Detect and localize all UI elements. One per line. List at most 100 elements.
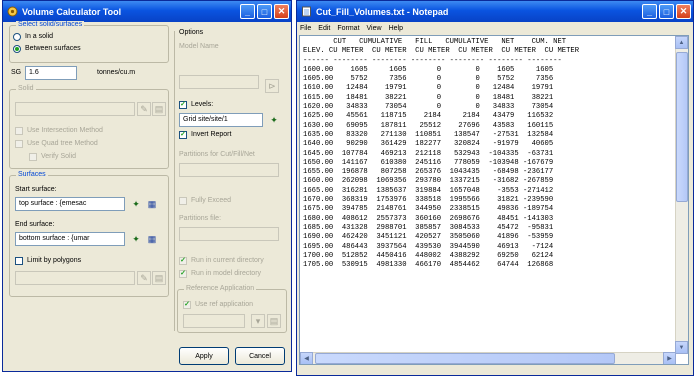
scroll-right-icon[interactable]: ▶: [663, 352, 676, 364]
menu-bar: File Edit Format View Help: [297, 22, 693, 34]
horizontal-scroll-thumb[interactable]: [315, 353, 615, 364]
options-title: Options: [179, 29, 204, 36]
model-name-label: Model Name: [179, 43, 219, 50]
menu-format[interactable]: Format: [337, 25, 359, 32]
run-current-label: Run in current directory: [191, 257, 264, 264]
notepad-close-icon[interactable]: ✕: [676, 4, 691, 19]
notepad-maximize-icon[interactable]: □: [659, 4, 674, 19]
reference-input: [183, 314, 245, 328]
polygons-pick-icon: ✎: [137, 271, 151, 285]
vertical-scroll-thumb[interactable]: [676, 52, 688, 202]
fully-exceed-label: Fully Exceed: [191, 197, 232, 204]
select-group: Select solid/surfaces: [9, 21, 169, 63]
quad-tree-label: Use Quad tree Method: [27, 140, 98, 147]
minimize-icon[interactable]: _: [240, 4, 255, 19]
notepad-minimize-icon[interactable]: _: [642, 4, 657, 19]
levels-pick-icon[interactable]: ✦: [267, 113, 281, 127]
partitions-input: [179, 163, 279, 177]
radio-between-surfaces[interactable]: [13, 45, 21, 53]
data-row: 1685.00 431328 2988701 385857 3084533 45…: [303, 223, 554, 232]
data-row: 1675.00 394785 2148761 344950 2338515 49…: [303, 205, 554, 214]
menu-view[interactable]: View: [367, 25, 382, 32]
invert-report-checkbox[interactable]: ✓: [179, 131, 187, 139]
volume-calculator-window: Volume Calculator Tool _ □ ✕ Select soli…: [2, 0, 292, 372]
radio-in-solid[interactable]: [13, 33, 21, 41]
data-row: 1690.00 462420 3451121 420527 3505060 41…: [303, 233, 554, 242]
scroll-down-icon[interactable]: ▼: [675, 341, 688, 354]
select-group-title: Select solid/surfaces: [16, 21, 85, 28]
sg-label: SG: [11, 69, 22, 76]
vertical-scrollbar[interactable]: ▲ ▼: [675, 36, 688, 354]
data-row: 1625.00 45561 118715 2184 2184 43479 116…: [303, 112, 554, 121]
notepad-titlebar[interactable]: Cut_Fill_Volumes.txt - Notepad _ □ ✕: [297, 1, 693, 22]
intersection-checkbox: [15, 127, 23, 135]
partitions-file-input: [179, 227, 279, 241]
run-current-checkbox: ✓: [179, 257, 187, 265]
start-surface-pick-icon[interactable]: ✦: [129, 197, 143, 211]
cancel-button[interactable]: Cancel: [235, 347, 285, 365]
data-row: 1670.00 368319 1753976 338518 1995566 31…: [303, 196, 554, 205]
solid-pick-icon: ✎: [137, 102, 151, 116]
end-surface-list-icon[interactable]: ▦: [145, 232, 159, 246]
report-text: CUT CUMULATIVE FILL CUMULATIVE NET CUM. …: [303, 38, 579, 270]
horizontal-scrollbar[interactable]: ◀ ▶: [300, 352, 676, 364]
dialog-titlebar[interactable]: Volume Calculator Tool _ □ ✕: [3, 1, 291, 22]
data-row: 1605.00 5752 7356 0 0 5752 7356: [303, 75, 554, 84]
verify-solid-checkbox: [29, 153, 37, 161]
close-icon[interactable]: ✕: [274, 4, 289, 19]
data-row: 1640.00 90290 361429 182277 320824 -9197…: [303, 140, 554, 149]
partitions-label: Partitions for Cut/Fill/Net: [179, 151, 255, 158]
radio-between-surfaces-label: Between surfaces: [25, 45, 81, 52]
levels-input[interactable]: Grid site/site/1: [179, 113, 263, 127]
data-row: 1650.00 141167 610380 245116 778059 -103…: [303, 158, 554, 167]
maximize-icon[interactable]: □: [257, 4, 272, 19]
data-row: 1680.00 408612 2557373 360160 2698676 48…: [303, 214, 554, 223]
data-row: 1700.00 512852 4450416 448002 4388292 69…: [303, 251, 554, 260]
menu-edit[interactable]: Edit: [318, 25, 330, 32]
data-row: 1705.00 530915 4981330 466170 4854462 64…: [303, 261, 554, 270]
levels-label: Levels:: [191, 101, 214, 108]
text-editor[interactable]: CUT CUMULATIVE FILL CUMULATIVE NET CUM. …: [299, 35, 689, 365]
dialog-title: Volume Calculator Tool: [22, 6, 122, 17]
data-row: 1665.00 316281 1385637 319884 1657048 -3…: [303, 186, 554, 195]
limit-polygons-label: Limit by polygons: [27, 257, 82, 264]
solid-group-title: Solid: [16, 85, 36, 92]
run-model-label: Run in model directory: [191, 270, 262, 277]
data-row: 1660.00 262098 1069356 293780 1337215 -3…: [303, 177, 554, 186]
start-surface-label: Start surface:: [15, 186, 57, 193]
fully-exceed-checkbox: [179, 197, 187, 205]
apply-button[interactable]: Apply: [179, 347, 229, 365]
data-row: 1610.00 12484 19791 0 0 12484 19791: [303, 84, 554, 93]
data-row: 1615.00 18481 38221 0 0 18481 38221: [303, 93, 554, 102]
end-surface-label: End surface:: [15, 221, 55, 228]
model-name-pick-icon: ⊳: [265, 79, 279, 93]
app-icon: [7, 6, 18, 17]
end-surface-input[interactable]: bottom surface : {umar: [15, 232, 125, 246]
notepad-window: Cut_Fill_Volumes.txt - Notepad _ □ ✕ Fil…: [296, 0, 694, 376]
notepad-title: Cut_Fill_Volumes.txt - Notepad: [316, 6, 449, 17]
start-surface-list-icon[interactable]: ▦: [145, 197, 159, 211]
notepad-icon: [302, 6, 311, 17]
reference-list-icon: ▤: [267, 314, 281, 328]
data-row: 1600.00 1605 1605 0 0 1605 1605: [303, 65, 554, 74]
reference-group-title: Reference Application: [184, 285, 257, 292]
levels-checkbox[interactable]: ✓: [179, 101, 187, 109]
model-name-input: [179, 75, 259, 89]
surfaces-group-title: Surfaces: [16, 171, 48, 178]
scroll-up-icon[interactable]: ▲: [675, 36, 688, 49]
use-reference-label: Use ref application: [195, 301, 253, 308]
start-surface-input[interactable]: top surface : {emesac: [15, 197, 125, 211]
scroll-left-icon[interactable]: ◀: [300, 352, 313, 364]
data-row: 1635.00 83320 271130 110851 138547 -2753…: [303, 130, 554, 139]
data-row: 1620.00 34833 73054 0 0 34833 73054: [303, 103, 554, 112]
limit-polygons-checkbox[interactable]: [15, 257, 23, 265]
intersection-label: Use Intersection Method: [27, 127, 103, 134]
polygons-list-icon: ▤: [152, 271, 166, 285]
run-model-checkbox: ✓: [179, 270, 187, 278]
sg-input[interactable]: 1.6: [25, 66, 77, 80]
data-row: 1695.00 486443 3937564 439530 3944590 46…: [303, 242, 554, 251]
menu-file[interactable]: File: [300, 25, 311, 32]
end-surface-pick-icon[interactable]: ✦: [129, 232, 143, 246]
use-reference-checkbox: ✓: [183, 301, 191, 309]
menu-help[interactable]: Help: [389, 25, 403, 32]
